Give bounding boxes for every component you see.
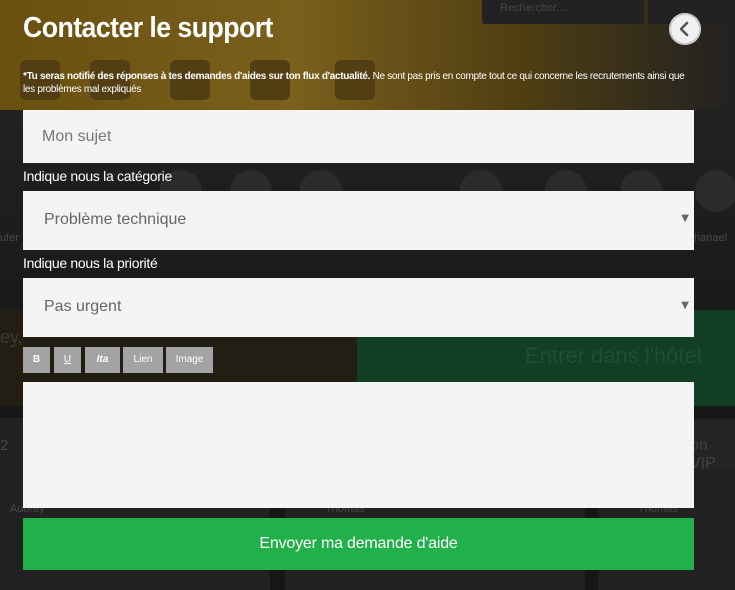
- dropdown-caret-icon: ▼: [681, 300, 689, 311]
- page-title: Contacter le support: [23, 12, 273, 44]
- notice-bold: *Tu seras notifié des réponses à tes dem…: [23, 71, 371, 82]
- dropdown-caret-icon: ▼: [681, 213, 689, 224]
- bold-button[interactable]: B: [23, 347, 50, 373]
- priority-label: Indique nous la priorité: [23, 255, 158, 271]
- link-button[interactable]: Lien: [123, 347, 163, 373]
- italic-button[interactable]: Ita: [85, 347, 120, 373]
- underline-button[interactable]: U: [54, 347, 81, 373]
- category-value: Problème technique: [44, 211, 187, 228]
- priority-value: Pas urgent: [44, 298, 122, 315]
- priority-select[interactable]: Pas urgent ▼: [23, 278, 694, 337]
- chevron-left-icon: [679, 21, 689, 37]
- notice-text: *Tu seras notifié des réponses à tes dem…: [23, 70, 695, 96]
- image-button[interactable]: Image: [166, 347, 213, 373]
- submit-button[interactable]: Envoyer ma demande d'aide: [23, 518, 694, 570]
- message-textarea[interactable]: [23, 382, 694, 508]
- back-button[interactable]: [669, 13, 701, 45]
- subject-input[interactable]: [23, 110, 694, 163]
- category-label: Indique nous la catégorie: [23, 168, 172, 184]
- category-select[interactable]: Problème technique ▼: [23, 191, 694, 250]
